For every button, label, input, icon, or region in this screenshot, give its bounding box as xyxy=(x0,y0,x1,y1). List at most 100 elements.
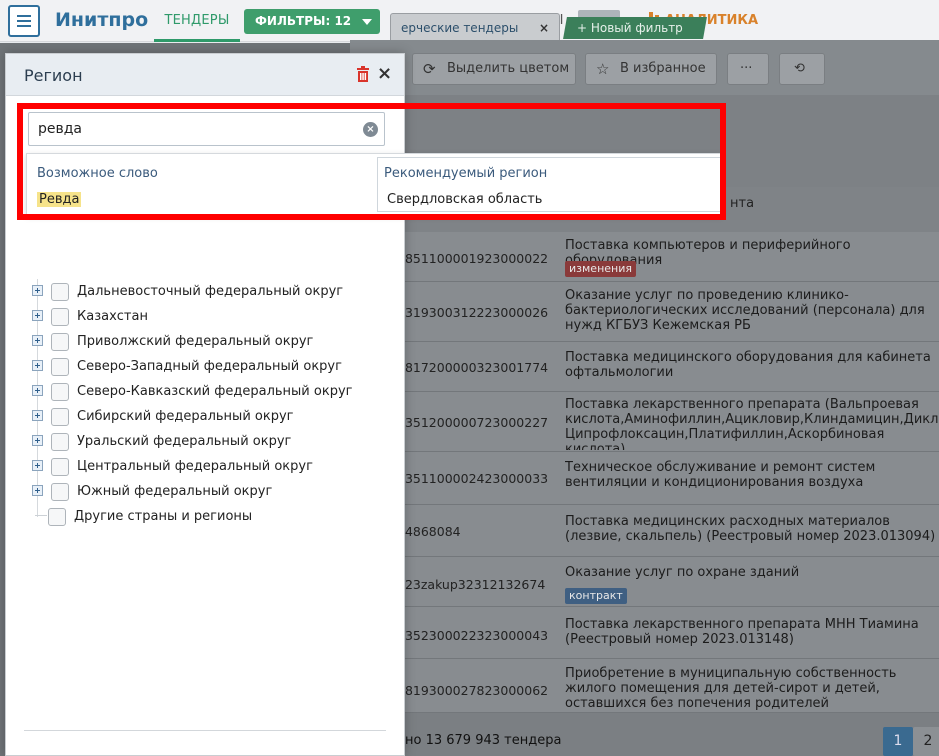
tender-title[interactable]: Поставка медицинских расходных материало… xyxy=(565,514,939,555)
expand-plus-icon[interactable] xyxy=(32,485,43,496)
tree-item-checkbox[interactable] xyxy=(51,383,69,401)
menu-button[interactable] xyxy=(8,5,40,37)
tender-number[interactable]: 0817200000323001774 xyxy=(397,360,548,375)
table-row[interactable]: 0352300022323000043 Поставка лекарственно… xyxy=(350,607,939,659)
tree-item[interactable]: Сибирский федеральный округ xyxy=(28,404,398,429)
nav-tenders[interactable]: ТЕНДЕРЫ xyxy=(154,0,240,42)
status-badge: контракт xyxy=(565,588,627,604)
highlight-color-button[interactable]: ⟳ Выделить цветом xyxy=(412,53,576,85)
expand-plus-icon[interactable] xyxy=(32,460,43,471)
tree-item-checkbox[interactable] xyxy=(51,408,69,426)
add-to-favorites-label: В избранное xyxy=(620,61,706,76)
expand-plus-icon[interactable] xyxy=(32,335,43,346)
tree-item-label[interactable]: Северо-Западный федеральный округ xyxy=(77,359,342,374)
tree-item-checkbox[interactable] xyxy=(51,483,69,501)
tree-item-label[interactable]: Центральный федеральный округ xyxy=(77,459,313,474)
page-2-button[interactable]: 2 xyxy=(913,727,939,756)
tab-commercial-tenders[interactable]: ерческие тендеры × xyxy=(390,13,560,41)
tree-item[interactable]: Центральный федеральный округ xyxy=(28,454,398,479)
expand-plus-icon[interactable] xyxy=(32,410,43,421)
tender-number[interactable]: 0319300312223000026 xyxy=(397,305,548,320)
refresh-button[interactable]: ⟲ xyxy=(779,53,825,85)
menu-icon-line xyxy=(17,20,31,22)
highlight-annotation-frame xyxy=(17,103,726,220)
tree-item[interactable]: Другие страны и регионы xyxy=(28,504,398,529)
tree-leaf-connector xyxy=(35,515,47,516)
tender-title[interactable]: Оказание услуг по проведению клинико-бак… xyxy=(565,288,939,340)
tree-item-label[interactable]: Сибирский федеральный округ xyxy=(77,409,294,424)
table-row[interactable]: 0817200000323001774 Поставка медицинского… xyxy=(350,342,939,392)
tree-item-checkbox[interactable] xyxy=(51,458,69,476)
tree-item-label[interactable]: Уральский федеральный округ xyxy=(77,434,291,449)
tender-number[interactable]: 223zakup32312132674 xyxy=(397,577,545,592)
highlight-color-label: Выделить цветом xyxy=(447,61,570,76)
expand-plus-icon[interactable] xyxy=(32,285,43,296)
status-badge: изменения xyxy=(565,261,636,277)
refresh-icon: ⟲ xyxy=(794,61,805,76)
tree-item-label[interactable]: Другие страны и регионы xyxy=(74,509,252,524)
tree-item-label[interactable]: Приволжский федеральный округ xyxy=(77,334,313,349)
tender-title[interactable]: Поставка лекарственного препарата МНН Ти… xyxy=(565,617,939,657)
menu-icon-line xyxy=(17,15,31,17)
tender-title[interactable]: Приобретение в муниципальную собственнос… xyxy=(565,666,939,711)
tender-title[interactable]: Техническое обслуживание и ремонт систем… xyxy=(565,460,939,503)
close-icon[interactable]: × xyxy=(377,63,392,84)
add-to-favorites-button[interactable]: ☆ В избранное xyxy=(585,53,717,85)
table-row[interactable]: 0351200000723000227 Поставка лекарственно… xyxy=(350,392,939,452)
table-row[interactable]: 0851100001923000022 Поставка компьютеров … xyxy=(350,232,939,282)
app-logo[interactable]: Инитпро xyxy=(55,9,148,31)
table-row[interactable]: 0319300312223000026 Оказание услуг по про… xyxy=(350,282,939,342)
tree-item[interactable]: Дальневосточный федеральный округ xyxy=(28,279,398,304)
tree-item[interactable]: Казахстан xyxy=(28,304,398,329)
dialog-footer-divider xyxy=(24,730,386,731)
tender-number[interactable]: 04868084 xyxy=(397,524,461,539)
tree-item-checkbox[interactable] xyxy=(48,508,66,526)
tree-item[interactable]: Приволжский федеральный округ xyxy=(28,329,398,354)
star-icon: ☆ xyxy=(596,60,610,78)
menu-icon-line xyxy=(17,25,31,27)
tender-number[interactable]: 0351200000723000227 xyxy=(397,415,548,430)
tree-item-checkbox[interactable] xyxy=(51,308,69,326)
tab-new-filter[interactable]: + Новый фильтр xyxy=(563,17,707,39)
tree-item-checkbox[interactable] xyxy=(51,333,69,351)
table-row[interactable]: 0819300027823000062 Приобретение в муници… xyxy=(350,659,939,713)
trash-icon[interactable] xyxy=(356,66,370,82)
table-row[interactable]: 04868084 Поставка медицинских расходных м… xyxy=(350,505,939,557)
tender-title[interactable]: Поставка медицинского оборудования для к… xyxy=(565,350,939,390)
more-button[interactable]: ··· xyxy=(727,53,769,85)
filters-label: ФИЛЬТРЫ: 12 xyxy=(255,14,352,28)
expand-plus-icon[interactable] xyxy=(32,360,43,371)
color-tag-icon: ⟳ xyxy=(423,60,436,78)
tree-item-label[interactable]: Северо-Кавказский федеральный округ xyxy=(77,384,352,399)
filter-tabs: ерческие тендеры × + Новый фильтр xyxy=(350,10,939,41)
tree-item[interactable]: Северо-Кавказский федеральный округ xyxy=(28,379,398,404)
tree-item-label[interactable]: Южный федеральный округ xyxy=(77,484,272,499)
expand-plus-icon[interactable] xyxy=(32,385,43,396)
tender-number[interactable]: 0352300022323000043 xyxy=(397,628,548,643)
tree-item-label[interactable]: Дальневосточный федеральный округ xyxy=(77,284,343,299)
new-filter-label: + Новый фильтр xyxy=(577,21,683,35)
table-row[interactable]: 0351100002423000033 Техническое обслужива… xyxy=(350,452,939,505)
tree-item-checkbox[interactable] xyxy=(51,433,69,451)
tab-label: ерческие тендеры xyxy=(401,21,519,35)
tree-item[interactable]: Южный федеральный округ xyxy=(28,479,398,504)
expand-plus-icon[interactable] xyxy=(32,310,43,321)
tender-number[interactable]: 0851100001923000022 xyxy=(397,251,548,266)
dialog-header: Регион × xyxy=(6,54,404,96)
tree-item-checkbox[interactable] xyxy=(51,283,69,301)
tree-item-label[interactable]: Казахстан xyxy=(77,309,148,324)
tree-item[interactable]: Уральский федеральный округ xyxy=(28,429,398,454)
page-1-button[interactable]: 1 xyxy=(883,727,913,756)
tree-item-checkbox[interactable] xyxy=(51,358,69,376)
column-header-fragment: нта xyxy=(730,196,755,211)
tender-number[interactable]: 0351100002423000033 xyxy=(397,471,548,486)
tab-close-icon[interactable]: × xyxy=(539,14,549,42)
expand-plus-icon[interactable] xyxy=(32,435,43,446)
dialog-title: Регион xyxy=(24,66,83,85)
tender-number[interactable]: 0819300027823000062 xyxy=(397,683,548,698)
tender-title[interactable]: Поставка лекарственного препарата (Вальп… xyxy=(565,397,939,450)
more-icon: ··· xyxy=(740,61,753,76)
results-count: ено 13 679 943 тендера xyxy=(397,733,562,748)
table-row[interactable]: 223zakup32312132674 Оказание услуг по охр… xyxy=(350,557,939,607)
tree-item[interactable]: Северо-Западный федеральный округ xyxy=(28,354,398,379)
